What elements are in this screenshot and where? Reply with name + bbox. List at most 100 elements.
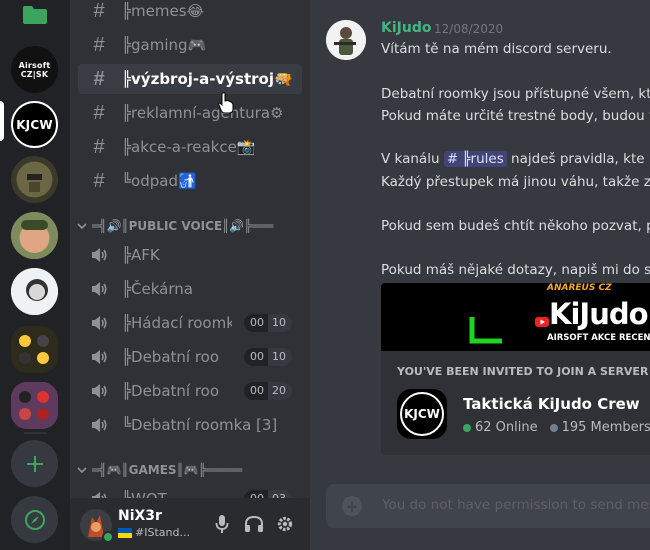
- channel-name: ╠Hádací roomka: [122, 314, 232, 332]
- category-label: ═╣🔊║PUBLIC VOICE║🔊╠═══: [92, 219, 274, 233]
- message-text: V kanálu: [381, 151, 444, 167]
- user-limit: 20: [268, 382, 292, 400]
- online-dot-icon: [463, 423, 471, 432]
- deafen-button[interactable]: [244, 514, 264, 534]
- server-icon-helmet[interactable]: [11, 156, 58, 203]
- channel-akce-a-reakce[interactable]: # ╠akce-a-reakce📸: [78, 132, 302, 162]
- folder-icon[interactable]: [23, 6, 47, 24]
- channel-vyzbroj-a-vystroj[interactable]: # ╠výzbroj-a-výstroj🔫: [78, 64, 302, 94]
- user-limit: 10: [268, 348, 292, 366]
- message-timestamp: 12/08/2020: [434, 22, 504, 36]
- invite-stats: 62 Online 195 Members: [463, 420, 650, 435]
- message-text-line: Pokud máte určité trestné body, budou va: [381, 108, 650, 124]
- voice-channel-wot[interactable]: ╠WOT 0003: [78, 484, 302, 498]
- user-panel: NiX3r #IStand...: [70, 498, 310, 550]
- channel-mention-link[interactable]: # ╠rules: [443, 151, 507, 167]
- composer-placeholder: You do not have permission to send mes: [382, 497, 650, 513]
- user-count: 00: [244, 490, 268, 498]
- server-icon-sketch[interactable]: [11, 268, 58, 315]
- hand-cursor-icon: [218, 92, 234, 114]
- hash-icon: #: [93, 33, 105, 56]
- user-count: 00: [244, 382, 268, 400]
- gear-icon[interactable]: [274, 72, 288, 86]
- channel-name: ╠reklamní-agentura⚙: [122, 104, 284, 122]
- message-author[interactable]: KiJudo: [381, 20, 431, 36]
- attach-plus-icon: +: [342, 496, 362, 516]
- gear-icon: [277, 516, 293, 532]
- channel-gaming[interactable]: # ╠gaming🎮: [78, 30, 302, 60]
- channel-memes[interactable]: # ╠memes😂: [78, 0, 302, 26]
- channel-name: ╠výzbroj-a-výstroj🔫: [122, 70, 293, 88]
- online-status-dot: [102, 531, 114, 543]
- user-settings-button[interactable]: [275, 514, 295, 534]
- banner-brand: ANAREUS CZ: [547, 283, 612, 293]
- channel-reklamni-agentura[interactable]: # ╠reklamní-agentura⚙: [78, 98, 302, 128]
- voice-channel-hadaci-roomka[interactable]: ╠Hádací roomka 00 10: [78, 308, 302, 338]
- message-text-line: Každý přestupek má jinou váhu, takže za: [381, 174, 650, 190]
- message-text-line: Pokud máš nějaké dotazy, napiš mi do so: [381, 262, 650, 278]
- server-icon-emojis[interactable]: [11, 326, 58, 373]
- message-author-avatar[interactable]: [326, 20, 366, 60]
- server-icon-airsoft[interactable]: Airsoft CZ|SK: [11, 46, 58, 93]
- message-text-line: V kanálu # ╠rules najdeš pravidla, kte: [381, 151, 645, 167]
- voice-channel-debatni-roomka-2[interactable]: ╠Debatní roomka 0020: [78, 376, 302, 406]
- channel-name: ╚Debatní roomka [3]: [122, 416, 278, 434]
- rail-separator: [24, 432, 46, 434]
- user-count: 00: [244, 348, 268, 366]
- invite-server-name: Taktická KiJudo Crew: [463, 395, 640, 413]
- message-text-line: Debatní roomky jsou přístupné všem, kte: [381, 86, 650, 102]
- message-text-line: Vítám tě na mém discord serveru.: [381, 41, 612, 57]
- chat-area: KiJudo 12/08/2020 Vítám tě na mém discor…: [310, 0, 650, 550]
- channel-name: ╠Čekárna: [122, 280, 193, 298]
- channel-name: ╠WOT: [122, 490, 167, 498]
- chevron-down-icon: [74, 221, 90, 231]
- user-count: 00: [244, 314, 268, 332]
- server-icon-avatar[interactable]: [11, 212, 58, 259]
- server-label: KJCW: [16, 117, 53, 132]
- voice-channel-debatni-roomka-1[interactable]: ╠Debatní roomka 0010: [78, 342, 302, 372]
- mute-microphone-button[interactable]: [212, 514, 232, 534]
- add-server-button[interactable]: [11, 440, 58, 487]
- channel-name: ╠Debatní roomka: [122, 348, 220, 366]
- speaker-icon: [88, 417, 110, 433]
- user-limit-badge: 00 10: [244, 348, 292, 366]
- channel-name: ╠memes😂: [122, 2, 205, 20]
- channel-sidebar: # ╠memes😂 # ╠gaming🎮 # ╠výzbroj-a-výstro…: [70, 0, 310, 498]
- voice-channel-cekarna[interactable]: ╠Čekárna: [78, 274, 302, 304]
- channel-name: ╠akce-a-reakce📸: [122, 138, 256, 156]
- category-games[interactable]: ═╣🎮║GAMES║🎮╠═════: [70, 460, 310, 480]
- hash-icon: #: [93, 169, 105, 192]
- user-limit-badge: 00 20: [244, 382, 292, 400]
- compass-icon: [24, 509, 45, 530]
- voice-channel-afk[interactable]: ╠AFK: [78, 240, 302, 270]
- user-tag: #IStand...: [135, 526, 190, 539]
- message-composer: + You do not have permission to send mes: [326, 484, 650, 528]
- invite-icon-label: KJCW: [400, 392, 444, 436]
- speaker-icon: [88, 349, 110, 365]
- speaker-icon: [88, 247, 110, 263]
- server-icon-kjcw[interactable]: KJCW: [11, 101, 58, 148]
- speaker-icon: [88, 383, 110, 399]
- plus-icon: [26, 455, 43, 472]
- channel-odpad[interactable]: # ╚odpad🚮: [78, 166, 302, 196]
- invite-server-icon: KJCW: [397, 389, 447, 439]
- user-limit-badge: 0003: [244, 490, 292, 498]
- server-rail: Airsoft CZ|SK KJCW: [0, 0, 70, 550]
- voice-channel-debatni-roomka-3[interactable]: ╚Debatní roomka [3]: [78, 410, 302, 440]
- hash-icon: #: [93, 101, 105, 124]
- invite-online-count: 62 Online: [475, 420, 538, 435]
- invite-banner: ANAREUS CZ KiJudo AIRSOFT AKCE RECENZE: [381, 283, 650, 351]
- invite-heading: YOU'VE BEEN INVITED TO JOIN A SERVER: [397, 365, 649, 378]
- speaker-icon: [88, 491, 110, 498]
- youtube-icon: [535, 317, 549, 327]
- hash-icon: #: [93, 67, 105, 90]
- banner-title: KiJudo: [549, 297, 649, 331]
- server-icon-group[interactable]: [11, 382, 58, 429]
- user-limit: 10: [268, 314, 292, 332]
- category-public-voice[interactable]: ═╣🔊║PUBLIC VOICE║🔊╠═══: [70, 216, 310, 236]
- channel-name: ╠gaming🎮: [122, 36, 207, 54]
- selected-server-pill: [0, 101, 4, 141]
- server-invite-embed: ANAREUS CZ KiJudo AIRSOFT AKCE RECENZE Y…: [381, 283, 650, 455]
- message-text: najdeš pravidla, kte: [506, 151, 645, 167]
- explore-servers-button[interactable]: [11, 496, 58, 543]
